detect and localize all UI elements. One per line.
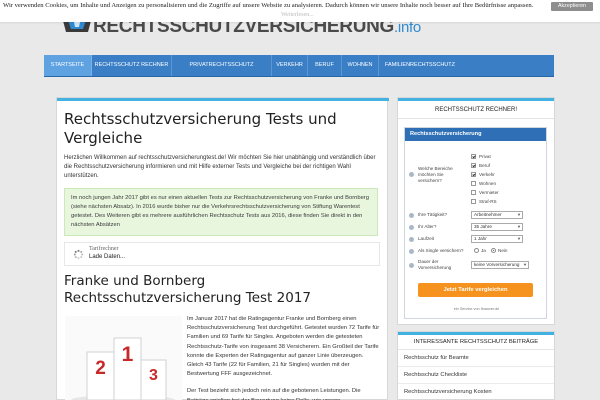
sidebar-post-link[interactable]: Rechtsschutz Checkliste [398,367,554,384]
job-label: Ihre Tätigkeit? [418,212,448,217]
intro-paragraph: Herzlichen Willkommen auf rechtsschutzve… [64,155,376,179]
sidebar-posts-title: INTERESSANTE RECHTSSCHUTZ BEITRÄGE [398,335,554,350]
chevron-down-icon: ▼ [517,212,521,217]
widget-title: Tarifrechner [89,246,119,252]
areas-label: Welche Bereiche möchten Sie versichern? [418,166,453,183]
info-icon[interactable] [409,263,414,268]
age-select-value: 35 Jahre [474,224,492,229]
checkbox-vermieter-label: Vermieter [479,190,499,195]
checkbox-wohnen[interactable] [471,181,476,186]
article-paragraph-1: Im Januar 2017 hat die Ratingagentur Fra… [187,316,380,378]
term-label: Laufzeit [418,236,435,241]
duration-select[interactable]: keine Vorversicherung ▼ [471,261,529,269]
article-body: Im Januar 2017 hat die Ratingagentur Fra… [187,315,381,400]
main-navigation: STARTSEITE RECHTSSCHUTZ RECHNER PRIVATRE… [44,55,554,77]
podium-image: 2 1 3 [65,316,182,400]
notice-box: Im noch jungen Jahr 2017 gibt es nur ein… [64,188,378,236]
checkbox-privat[interactable] [471,154,476,159]
section-title: Franke und Bornberg Rechtsschutzversiche… [64,273,312,306]
podium-number-second: 2 [95,358,106,379]
sidebar-post-link[interactable]: Rechtsschutzversicherung Kosten [398,384,554,400]
chevron-down-icon: ▼ [523,262,527,267]
content-accent-bar [57,98,389,101]
job-select[interactable]: Arbeitnehmer ▼ [471,211,523,219]
term-select[interactable]: 1 Jahr ▼ [471,235,523,243]
tariff-calculator: Rechtsschutzversicherung Welche Bereiche… [404,127,547,319]
checkbox-verkehr[interactable] [471,172,476,177]
nav-item-startseite[interactable]: STARTSEITE [44,55,92,76]
sidebar-posts-box: INTERESSANTE RECHTSSCHUTZ BEITRÄGE Recht… [397,331,555,400]
nav-item-verkehr[interactable]: VERKEHR [272,55,308,76]
podium-number-third: 3 [149,367,158,384]
single-no-radio[interactable] [491,248,496,253]
main-content: Rechtsschutzversicherung Tests und Vergl… [56,97,389,400]
checkbox-wohnen-label: Wohnen [479,181,497,186]
info-icon[interactable] [409,249,414,254]
calculator-header: Rechtsschutzversicherung [405,128,546,141]
checkbox-straf-rs[interactable] [471,199,476,204]
cookie-banner: Wir verwenden Cookies, um Inhalte und An… [0,0,600,22]
info-icon[interactable] [409,172,414,177]
checkbox-privat-label: Privat [479,154,491,159]
nav-item-beruf[interactable]: BERUF [308,55,342,76]
checkbox-vermieter[interactable] [471,190,476,195]
sidebar-calculator-title: RECHTSSCHUTZ RECHNER! [398,101,554,119]
checkbox-verkehr-label: Verkehr [479,172,495,177]
nav-item-familienrechtsschutz[interactable]: FAMILIENRECHTSSCHUTZ [379,55,461,76]
accept-cookies-button[interactable]: Akzeptieren [551,2,593,11]
job-select-value: Arbeitnehmer [474,212,502,217]
info-icon[interactable] [409,225,414,230]
age-label: Ihr Alter? [418,224,437,229]
age-select[interactable]: 35 Jahre ▼ [471,223,523,231]
sidebar-post-link[interactable]: Rechtsschutz für Beamte [398,350,554,367]
checkbox-beruf[interactable] [471,163,476,168]
term-select-value: 1 Jahr [474,236,487,241]
cookie-read-more-link[interactable]: Weiterlesen... [281,12,314,18]
info-icon[interactable] [409,237,414,242]
chevron-down-icon: ▼ [517,236,521,241]
article-paragraph-2: Der Test bezieht sich jedoch rein auf di… [187,388,361,400]
single-label: Als Single versichern? [418,248,464,253]
widget-loading-text: Lade Daten... [89,254,126,260]
single-yes-label: Ja [481,248,486,253]
single-yes-radio[interactable] [474,248,479,253]
checkbox-straf-rs-label: Straf-RS [479,199,497,204]
chevron-down-icon: ▼ [517,224,521,229]
single-no-label: Nein [498,248,508,253]
cookie-notice-text: Wir verwenden Cookies, um Inhalte und An… [3,2,534,9]
duration-label: Dauer der Vorversicherung [418,259,452,270]
nav-item-wohnen[interactable]: WOHNEN [342,55,379,76]
calculator-footer[interactable]: ein Service von financer.de [405,307,548,311]
checkbox-beruf-label: Beruf [479,163,490,168]
nav-item-rechner[interactable]: RECHTSSCHUTZ RECHNER [92,55,172,76]
duration-select-value: keine Vorversicherung [474,262,520,267]
page-title: Rechtsschutzversicherung Tests und Vergl… [64,110,337,147]
podium-number-first: 1 [122,343,134,366]
compare-tariffs-button[interactable]: Jetzt Tarife vergleichen [418,283,533,297]
nav-item-privatrechtsschutz[interactable]: PRIVATRECHTSSCHUTZ [172,55,272,76]
loading-spinner-icon [73,249,84,260]
info-icon[interactable] [409,213,414,218]
tariff-widget-loader: Tarifrechner Lade Daten... [64,242,380,266]
